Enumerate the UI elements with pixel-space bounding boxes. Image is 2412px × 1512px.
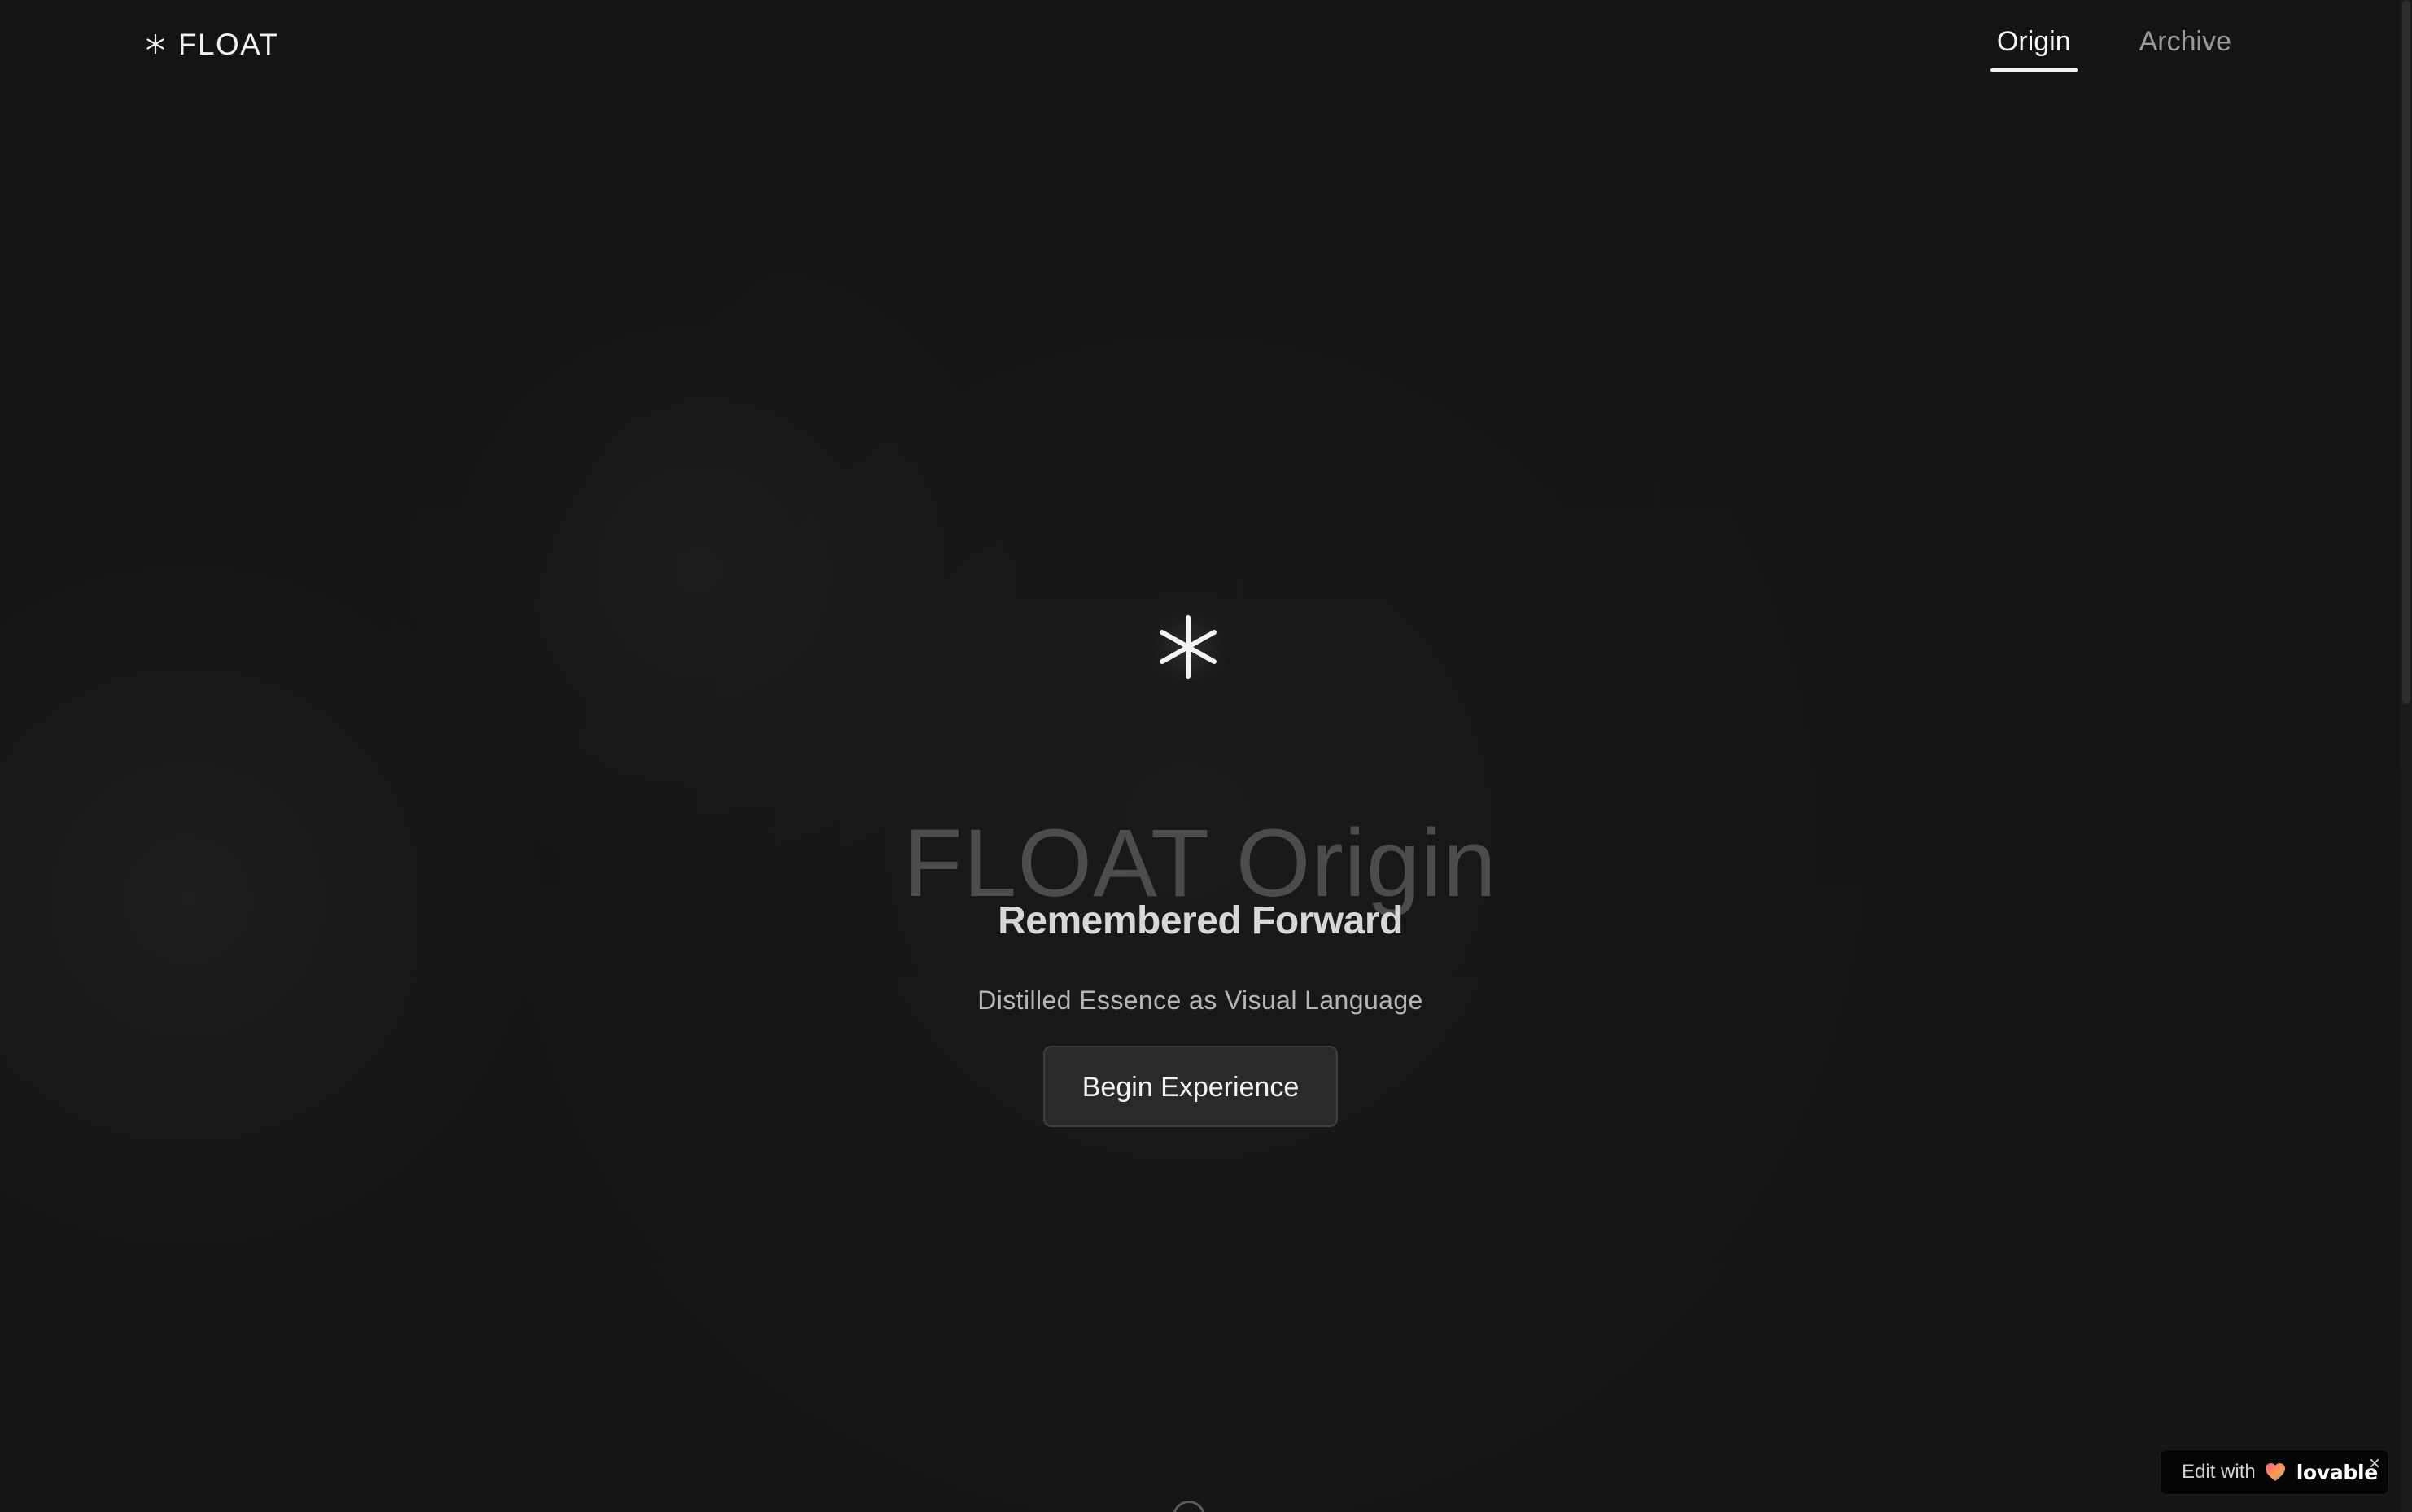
heart-icon xyxy=(2265,1463,2285,1481)
scrollbar-thumb[interactable] xyxy=(2402,0,2410,704)
scroll-indicator-icon xyxy=(1173,1501,1205,1512)
badge-brand: lovable xyxy=(2296,1460,2379,1484)
badge-prefix: Edit with xyxy=(2182,1461,2256,1483)
asterisk-icon xyxy=(1160,615,1217,679)
hero-tagline: Distilled Essence as Visual Language xyxy=(977,985,1423,1015)
hero-subtitle: Remembered Forward xyxy=(998,898,1403,942)
close-icon[interactable]: × xyxy=(2369,1454,2380,1474)
begin-experience-button[interactable]: Begin Experience xyxy=(1043,1046,1338,1127)
page: FLOAT Origin Archive FLOAT Origin Rememb… xyxy=(0,0,2412,1512)
vertical-scrollbar[interactable] xyxy=(2401,0,2412,1512)
edit-with-lovable-badge[interactable]: Edit with lovable × xyxy=(2160,1449,2389,1495)
hero-section: FLOAT Origin Remembered Forward Distille… xyxy=(0,0,2401,1512)
